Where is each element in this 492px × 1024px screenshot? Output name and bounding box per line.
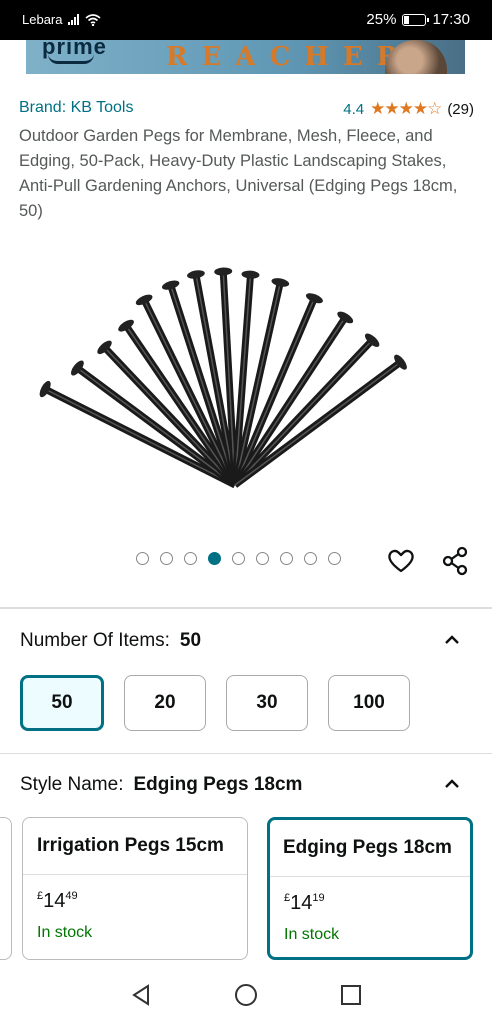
peg-head [241,270,260,279]
quantity-option-30[interactable]: 30 [226,675,308,731]
peg-head [187,270,205,279]
clock: 17:30 [432,11,470,28]
home-icon[interactable] [233,982,259,1008]
carousel-dot[interactable] [304,552,317,565]
number-of-items-value: 50 [179,630,202,651]
number-of-items-header[interactable]: Number Of Items: 50 [20,630,474,652]
status-right: 25% 17:30 [366,11,470,28]
battery-fill [404,15,410,24]
style-options: Irrigation Pegs 15cm £1449 In stock Edgi… [0,817,492,962]
quantity-option-20[interactable]: 20 [124,675,206,731]
style-card-edging-pegs[interactable]: Edging Pegs 18cm £1419 In stock [267,817,473,960]
section-divider [0,753,492,754]
brand-rating-row: Brand: KB Tools 4.4 ★★★★☆ (29) [19,99,474,121]
back-icon[interactable] [128,982,154,1008]
banner-title: REACHER [166,42,413,72]
status-bar: Lebara 25% 17:30 [0,0,492,40]
heart-icon[interactable] [386,546,416,576]
style-card-partial[interactable] [0,817,12,960]
style-name-header[interactable]: Style Name: Edging Pegs 18cm [20,774,474,796]
peg-head [271,278,290,287]
rating-value: 4.4 [343,100,365,118]
style-card-irrigation-pegs[interactable]: Irrigation Pegs 15cm £1449 In stock [22,817,248,960]
style-card-name: Edging Pegs 18cm [270,820,470,877]
style-card-name: Irrigation Pegs 15cm [23,818,247,875]
stock-status: In stock [37,924,93,941]
chevron-up-icon[interactable] [444,632,460,648]
carousel-dot[interactable] [280,552,293,565]
price-whole: 14 [290,892,313,914]
wifi-icon [85,13,102,26]
style-name-label: Style Name: [20,774,124,795]
price-whole: 14 [43,890,66,912]
number-of-items-label: Number Of Items: [20,630,170,651]
brand-link[interactable]: Brand: KB Tools [19,99,133,117]
system-navigation-bar [0,968,492,1024]
section-divider [0,607,492,609]
quantity-option-100[interactable]: 100 [328,675,410,731]
rating-summary[interactable]: 4.4 ★★★★☆ (29) [343,99,474,119]
carousel-dot[interactable] [160,552,173,565]
stock-status: In stock [284,926,340,943]
rating-count: (29) [447,100,474,118]
prime-smile-icon [48,54,94,64]
carrier-label: Lebara [22,12,63,27]
quantity-options: 50 20 30 100 [20,675,410,731]
signal-icon [68,14,80,25]
carousel-dot[interactable] [184,552,197,565]
share-icon[interactable] [440,546,470,576]
style-card-price: £1419 [284,892,325,915]
peg-highlight [76,367,236,486]
carousel-dot[interactable] [232,552,245,565]
peg-highlight [234,339,373,486]
chevron-up-icon[interactable] [444,776,460,792]
carousel-dot[interactable] [328,552,341,565]
carousel-dot[interactable] [208,552,221,565]
style-name-value: Edging Pegs 18cm [133,774,303,795]
style-card-price: £1449 [37,890,78,913]
image-carousel-dots[interactable] [136,552,341,565]
recents-icon[interactable] [338,982,364,1008]
battery-icon [402,13,430,26]
peg-head [214,267,233,276]
prime-video-ad-banner[interactable]: prime REACHER [26,40,465,74]
star-rating-icon: ★★★★☆ [370,99,442,118]
pegs-illustration [39,267,407,489]
status-left: Lebara [22,12,102,27]
product-title: Outdoor Garden Pegs for Membrane, Mesh, … [19,127,458,220]
price-fraction: 49 [65,890,78,902]
battery-percent: 25% [366,11,397,28]
carousel-dot[interactable] [256,552,269,565]
carousel-dot[interactable] [136,552,149,565]
price-fraction: 19 [312,892,325,904]
garden-pegs-image[interactable] [0,230,492,530]
quantity-option-50[interactable]: 50 [20,675,104,731]
